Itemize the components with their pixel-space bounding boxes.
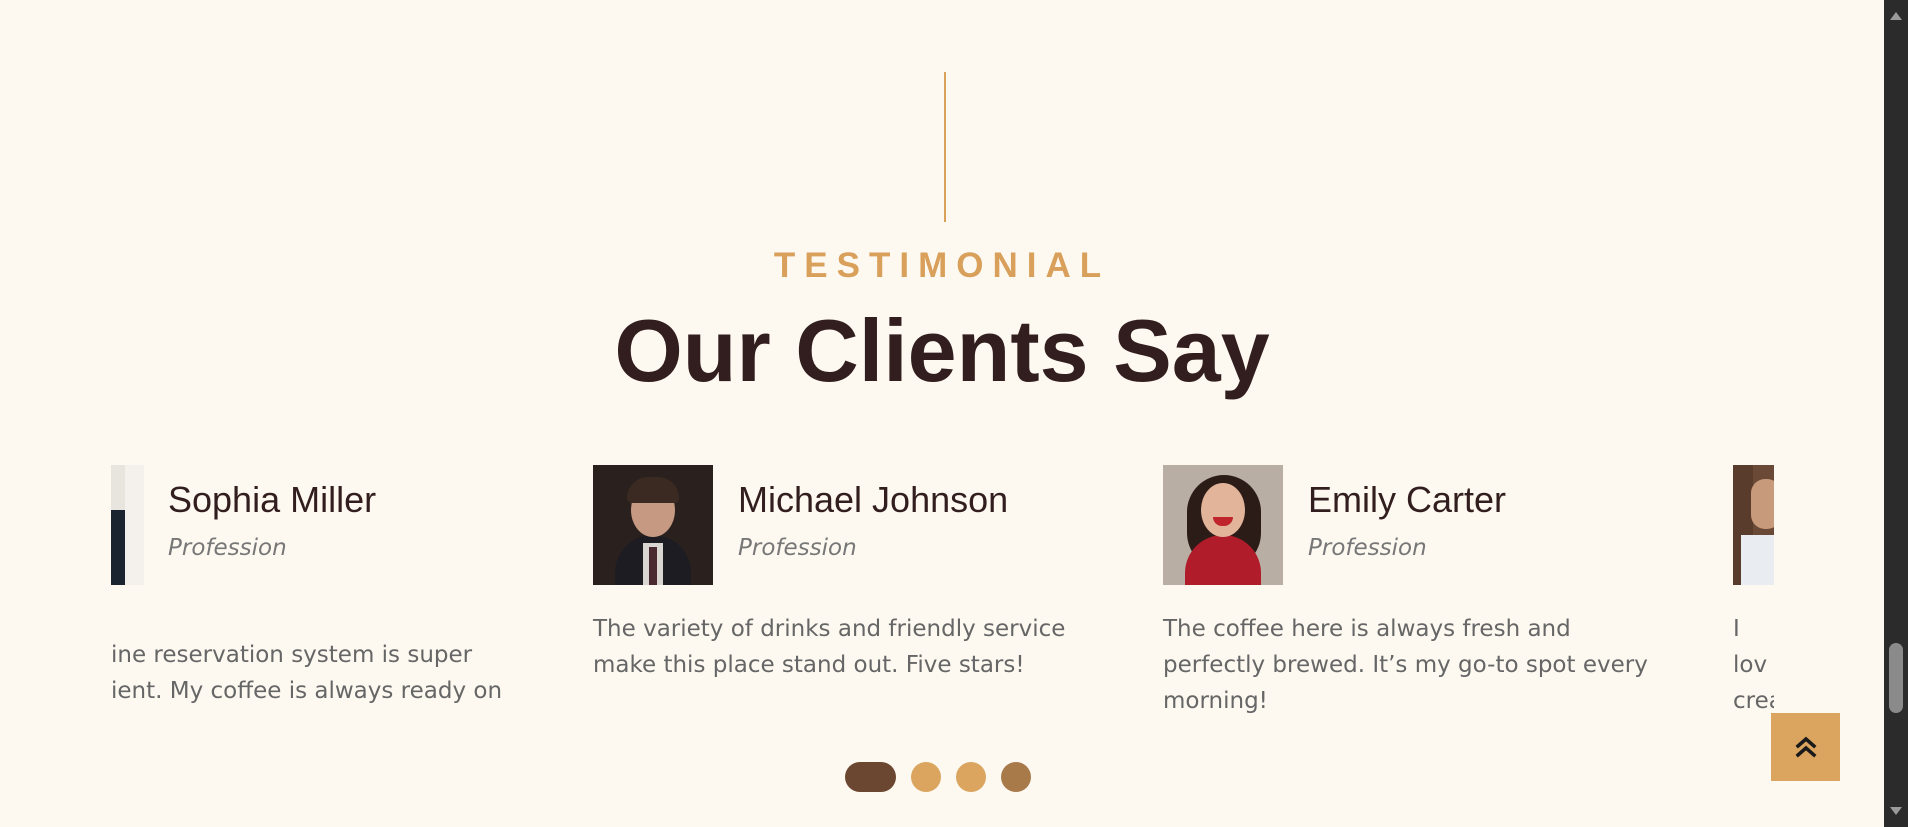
client-name: Emily Carter [1308,479,1507,520]
client-profession: Profession [738,535,857,562]
vertical-scrollbar[interactable] [1884,0,1908,827]
pagination-dot[interactable] [1001,762,1031,792]
section-title: Our Clients Say [614,301,1270,400]
client-name: Michael Johnson [738,479,1009,520]
avatar [1733,465,1774,585]
testimonial-quote: The variety of drinks and friendly servi… [593,616,1066,678]
client-info: Emily Carter Profession [1308,465,1506,561]
testimonial-card: Emily Carter Profession The coffee here … [1163,465,1663,719]
carousel-pagination [845,762,1046,792]
client-profession: Profession [168,535,287,562]
section-eyebrow: TESTIMONIAL [773,246,1111,285]
section-divider-line [944,72,946,222]
testimonial-section: TESTIMONIAL Our Clients Say Sophia Mille… [0,0,1884,827]
testimonial-quote: The coffee here is always fresh and perf… [1163,616,1648,714]
testimonial-quote: ine reservation system is super ient. My … [111,642,503,704]
testimonial-card: Michael Johnson Profession The variety o… [593,465,1093,683]
scroll-down-arrow-icon[interactable] [1890,807,1902,815]
testimonial-quote: I lovcreareco [1733,616,1774,725]
avatar [1163,465,1283,585]
back-to-top-button[interactable] [1771,713,1840,781]
client-profession: Profession [1308,535,1427,562]
pagination-dot[interactable] [956,762,986,792]
testimonial-carousel[interactable]: Sophia Miller Profession Sophia Miller P… [111,465,1774,725]
scroll-up-arrow-icon[interactable] [1890,12,1902,20]
pagination-dot-active[interactable] [845,762,896,792]
scrollbar-thumb[interactable] [1889,643,1903,713]
double-chevron-up-icon [1795,736,1816,758]
client-info: Michael Johnson Profession [738,465,1008,561]
pagination-dot[interactable] [911,762,941,792]
avatar [593,465,713,585]
client-name: Sophia Miller [168,479,377,520]
